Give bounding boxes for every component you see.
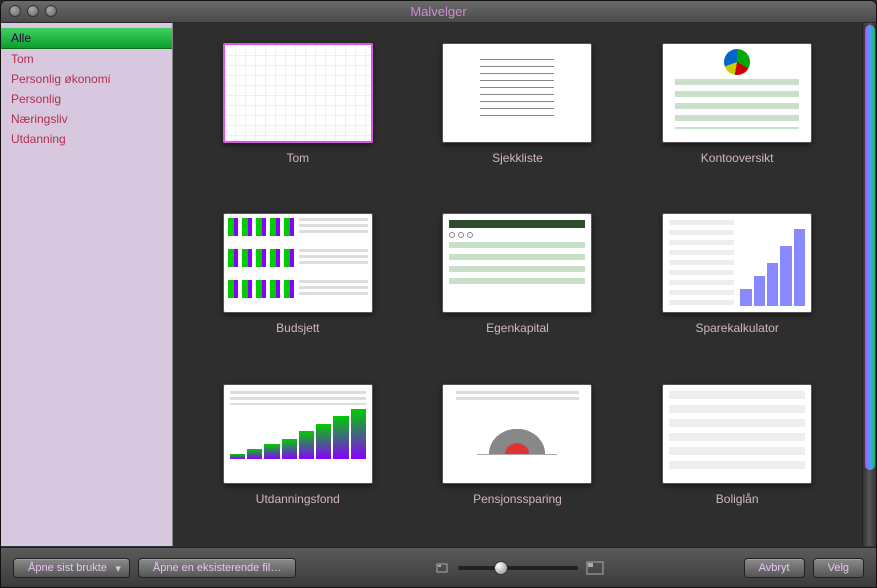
sidebar-item-personlig-økonomi[interactable]: Personlig økonomi [1,69,172,89]
template-label: Kontooversikt [701,151,774,165]
template-account[interactable]: Kontooversikt [657,43,817,195]
zoom-large-icon [586,561,604,575]
template-label: Boliglån [716,492,759,506]
zoom-window-button[interactable] [45,5,57,17]
sidebar-item-label: Utdanning [11,132,66,146]
template-thumbnail[interactable] [223,213,373,313]
template-label: Egenkapital [486,321,549,335]
sidebar-item-personlig[interactable]: Personlig [1,89,172,109]
template-thumbnail[interactable] [223,384,373,484]
template-thumbnail[interactable] [442,384,592,484]
template-loan[interactable]: Boliglån [657,384,817,536]
template-pension[interactable]: Pensjonssparing [437,384,597,536]
template-budget[interactable]: Budsjett [218,213,378,365]
template-thumbnail[interactable] [662,213,812,313]
open-existing-file-button[interactable]: Åpne en eksisterende fil… [138,558,296,578]
choose-button[interactable]: Velg [813,558,864,578]
scroll-thumb[interactable] [865,25,875,470]
template-thumbnail[interactable] [442,213,592,313]
titlebar: Malvelger [1,1,876,23]
template-savings[interactable]: Sparekalkulator [657,213,817,365]
template-label: Sparekalkulator [695,321,778,335]
template-edu[interactable]: Utdanningsfond [218,384,378,536]
template-chooser-window: Malvelger Alle Tom Personlig økonomi Person… [0,0,877,588]
cancel-button[interactable]: Avbryt [744,558,805,578]
close-window-button[interactable] [9,5,21,17]
zoom-slider[interactable] [458,566,578,570]
template-thumbnail[interactable] [442,43,592,143]
sidebar-item-næringsliv[interactable]: Næringsliv [1,109,172,129]
template-label: Budsjett [276,321,319,335]
template-area: Tom Sjekkliste Kontooversikt Budsjett Egenka… [173,23,876,546]
bottom-toolbar: Åpne sist brukte Åpne en eksisterende fi… [1,547,876,587]
template-thumbnail[interactable] [223,43,373,143]
category-sidebar: Alle Tom Personlig økonomi Personlig Nærings… [1,23,173,546]
scrollbar[interactable] [862,23,876,546]
template-blank[interactable]: Tom [218,43,378,195]
template-label: Utdanningsfond [256,492,340,506]
template-equity[interactable]: Egenkapital [437,213,597,365]
sidebar-item-utdanning[interactable]: Utdanning [1,129,172,149]
sidebar-item-label: Næringsliv [11,112,68,126]
sidebar-item-label: Personlig [11,92,61,106]
template-checklist[interactable]: Sjekkliste [437,43,597,195]
window-body: Alle Tom Personlig økonomi Personlig Nærings… [1,23,876,547]
sidebar-item-label: Personlig økonomi [11,72,110,86]
sidebar-item-tom[interactable]: Tom [1,49,172,69]
window-title: Malvelger [410,4,466,19]
zoom-slider-knob[interactable] [494,561,508,575]
zoom-small-icon [436,562,450,574]
minimize-window-button[interactable] [27,5,39,17]
template-grid: Tom Sjekkliste Kontooversikt Budsjett Egenka… [173,23,862,546]
sidebar-item-label: Alle [11,31,31,45]
open-recent-button[interactable]: Åpne sist brukte [13,558,130,578]
sidebar-item-alle[interactable]: Alle [1,27,172,49]
zoom-control [436,561,604,575]
template-label: Tom [286,151,309,165]
sidebar-item-label: Tom [11,52,34,66]
template-label: Pensjonssparing [473,492,562,506]
template-thumbnail[interactable] [662,384,812,484]
template-thumbnail[interactable] [662,43,812,143]
template-label: Sjekkliste [492,151,543,165]
traffic-lights [9,5,57,17]
